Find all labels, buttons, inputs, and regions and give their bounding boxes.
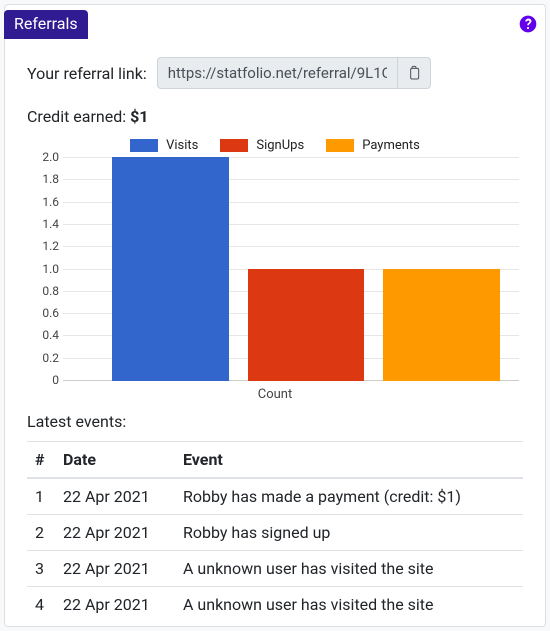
chart-bar	[383, 269, 499, 381]
chart-ytick: 0	[29, 373, 59, 387]
referrals-card: Your referral link: Credit earned: $1 Vi…	[4, 4, 546, 627]
credit-label: Credit earned:	[27, 107, 130, 126]
table-cell: 1	[27, 478, 55, 515]
referral-link-input[interactable]	[157, 57, 397, 89]
chart-ytick: 1.4	[29, 217, 59, 231]
legend-swatch	[130, 139, 158, 152]
legend-swatch	[326, 139, 354, 152]
chart-bar-slot	[374, 157, 509, 381]
legend-label: Visits	[166, 138, 198, 153]
table-cell: 22 Apr 2021	[55, 587, 175, 623]
table-cell: A unknown user has visited the site	[175, 587, 523, 623]
chart-ytick: 0.8	[29, 284, 59, 298]
chart-ytick: 0.6	[29, 306, 59, 320]
events-table: # Date Event 122 Apr 2021Robby has made …	[27, 441, 523, 622]
table-cell: 22 Apr 2021	[55, 551, 175, 587]
chart-ytick: 0.4	[29, 328, 59, 342]
legend-swatch	[220, 139, 248, 152]
legend-label: SignUps	[256, 138, 304, 153]
copy-referral-button[interactable]	[397, 57, 431, 89]
table-row: 422 Apr 2021A unknown user has visited t…	[27, 587, 523, 623]
table-cell: Robby has made a payment (credit: $1)	[175, 478, 523, 515]
table-cell: 4	[27, 587, 55, 623]
chart-ytick: 2.0	[29, 150, 59, 164]
help-button[interactable]	[518, 14, 538, 34]
events-col-event: Event	[175, 442, 523, 479]
table-row: 122 Apr 2021Robby has made a payment (cr…	[27, 478, 523, 515]
table-row: 322 Apr 2021A unknown user has visited t…	[27, 551, 523, 587]
referral-link-label: Your referral link:	[27, 64, 147, 83]
referral-link-row: Your referral link:	[27, 57, 523, 89]
chart-xlabel: Count	[27, 387, 523, 402]
events-col-index: #	[27, 442, 55, 479]
table-cell: 22 Apr 2021	[55, 515, 175, 551]
table-cell: Robby has signed up	[175, 515, 523, 551]
table-cell: 2	[27, 515, 55, 551]
chart-ytick: 1.8	[29, 172, 59, 186]
legend-label: Payments	[362, 138, 420, 153]
legend-item: SignUps	[220, 138, 304, 153]
chart-bar-slot	[238, 157, 373, 381]
legend-item: Visits	[130, 138, 198, 153]
chart-ytick: 1.6	[29, 195, 59, 209]
events-heading: Latest events:	[27, 412, 523, 431]
chart-ytick: 1.2	[29, 239, 59, 253]
credit-amount: $1	[130, 107, 148, 126]
events-col-date: Date	[55, 442, 175, 479]
clipboard-icon	[406, 65, 422, 81]
table-row: 222 Apr 2021Robby has signed up	[27, 515, 523, 551]
table-cell: A unknown user has visited the site	[175, 551, 523, 587]
help-circle-icon	[518, 14, 538, 34]
table-cell: 22 Apr 2021	[55, 478, 175, 515]
tab-referrals[interactable]: Referrals	[4, 10, 88, 39]
chart-ytick: 1.0	[29, 262, 59, 276]
chart-bar-slot	[103, 157, 238, 381]
chart-bar	[248, 269, 364, 381]
credit-earned: Credit earned: $1	[27, 107, 523, 126]
referrals-chart: Visits SignUps Payments 0 0.2 0.4 0.6 0.8 1.0 1.…	[27, 138, 523, 402]
chart-ytick: 0.2	[29, 351, 59, 365]
legend-item: Payments	[326, 138, 420, 153]
chart-bar	[112, 157, 228, 381]
table-cell: 3	[27, 551, 55, 587]
